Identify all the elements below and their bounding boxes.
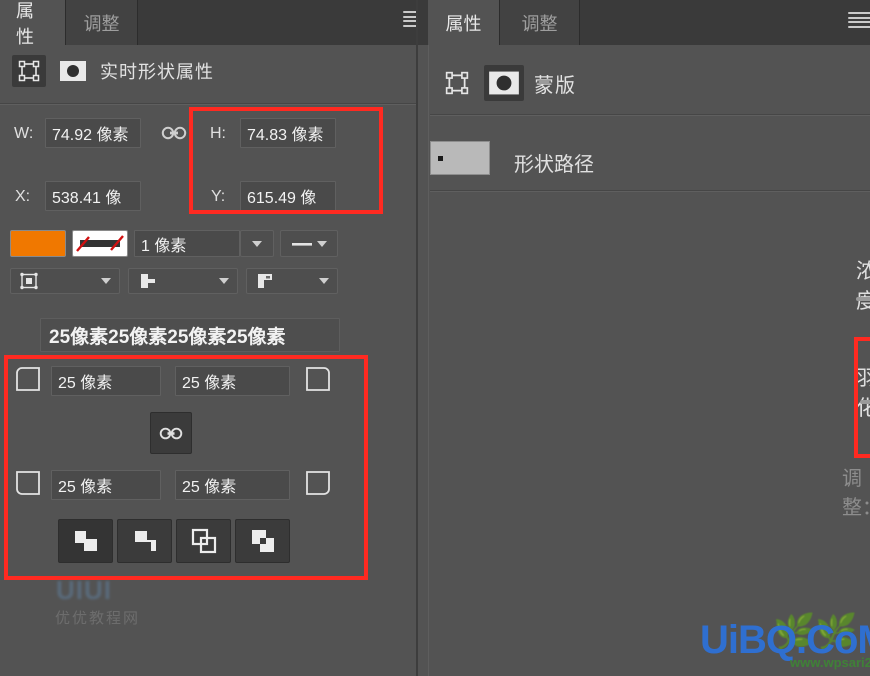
- stroke-align-icon: [20, 272, 38, 290]
- left-panel-tabbar: 属性 调整: [0, 0, 423, 47]
- corner-radius-top-left-input[interactable]: 25 像素: [51, 366, 161, 396]
- tab-properties-right[interactable]: 属性: [428, 0, 500, 45]
- live-shape-icon[interactable]: [440, 67, 474, 99]
- mask-thumbnail[interactable]: [430, 141, 490, 175]
- left-properties-panel: 属性 调整 实时形状属性 W: 74.92 像素 H: 74.83 像素 X: …: [0, 0, 423, 676]
- stroke-align-dropdown[interactable]: [10, 268, 120, 294]
- feather-slider-track[interactable]: [860, 400, 870, 404]
- tab-label: 调整: [83, 13, 120, 34]
- corner-radius-bottom-left-input[interactable]: 25 像素: [51, 470, 161, 500]
- width-label: W:: [14, 125, 34, 142]
- feather-label: 羽化：: [856, 367, 870, 420]
- corner-radius-bottom-right-icon: [304, 469, 332, 497]
- tab-label: 属性: [445, 13, 482, 34]
- stroke-dash-line-icon: [292, 242, 312, 246]
- corner-radius-bottom-left-icon: [14, 469, 42, 497]
- stroke-width-input[interactable]: 1 像素: [134, 230, 240, 257]
- corner-radius-top-left-icon: [14, 365, 42, 393]
- tab-properties-left[interactable]: 属性: [0, 0, 66, 47]
- mask-icon[interactable]: [484, 65, 524, 101]
- height-input[interactable]: 74.83 像素: [240, 118, 336, 148]
- header-divider-left-2: [0, 104, 418, 105]
- chevron-down-icon: [101, 278, 111, 284]
- chevron-down-icon: [252, 240, 262, 247]
- stroke-cap-dropdown[interactable]: [128, 268, 238, 294]
- stroke-cap-icon: [141, 274, 155, 288]
- corner-radius-top-right-icon: [304, 365, 332, 393]
- y-position-input[interactable]: 615.49 像: [240, 181, 336, 211]
- header-divider-right-2: [430, 115, 870, 116]
- screenshot-root: 属性 调整 实时形状属性 W: 74.92 像素 H: 74.83 像素 X: …: [0, 0, 870, 676]
- page-title-left: 实时形状属性: [100, 62, 214, 82]
- link-chain-icon[interactable]: [160, 126, 188, 140]
- panel-seam: [416, 0, 418, 676]
- x-position-label: X:: [15, 188, 31, 205]
- exclude-overlapping-shapes-button[interactable]: [235, 519, 290, 563]
- chevron-down-icon: [219, 278, 229, 284]
- stroke-corner-dropdown[interactable]: [246, 268, 338, 294]
- y-position-label: Y:: [211, 188, 226, 205]
- mask-row-divider-2: [430, 191, 870, 192]
- mask-icon[interactable]: [56, 55, 90, 87]
- tab-adjustments-right[interactable]: 调整: [500, 0, 580, 45]
- corner-radius-top-right-input[interactable]: 25 像素: [175, 366, 290, 396]
- mask-row-label: 形状路径: [514, 154, 594, 176]
- corner-radius-bottom-right-input[interactable]: 25 像素: [175, 470, 290, 500]
- tab-adjustments-left[interactable]: 调整: [66, 0, 138, 45]
- density-slider-track[interactable]: [856, 297, 870, 301]
- right-panel-tabbar: 属性 调整: [418, 0, 870, 45]
- stroke-color-swatch[interactable]: [72, 230, 128, 257]
- overlay-watermark-text: www.wpsari2.com: [790, 655, 870, 670]
- stroke-style-dropdown[interactable]: [280, 230, 338, 257]
- hamburger-menu-icon[interactable]: [848, 12, 870, 28]
- left-watermark-logo: UIUI: [56, 575, 112, 605]
- density-label: 浓度：: [856, 260, 870, 313]
- width-input[interactable]: 74.92 像素: [45, 118, 141, 148]
- left-panel-header: 实时形状属性: [12, 55, 214, 87]
- corner-radius-tooltip-strip: 25像素25像素25像素25像素: [40, 318, 340, 352]
- right-mask-panel: 属性 调整 蒙版 形状路径 浓度 羽化 调整 🌿🌿 UiBQ.Co www.wp…: [418, 0, 870, 676]
- chevron-down-icon: [317, 240, 327, 247]
- intersect-shape-areas-button[interactable]: [176, 519, 231, 563]
- adjust-label: 调整：: [842, 468, 870, 519]
- panel-seam-inner: [428, 45, 429, 676]
- tab-label: 属性: [16, 0, 34, 47]
- chevron-down-icon: [319, 278, 329, 284]
- live-shape-icon[interactable]: [12, 55, 46, 87]
- height-label: H:: [210, 125, 226, 142]
- x-position-input[interactable]: 538.41 像: [45, 181, 141, 211]
- stroke-corner-icon: [258, 274, 272, 288]
- combine-shapes-button[interactable]: [58, 519, 113, 563]
- right-panel-header: 蒙版: [440, 65, 576, 101]
- link-corners-icon[interactable]: [150, 412, 192, 454]
- fill-color-swatch[interactable]: [10, 230, 66, 257]
- tab-label: 调整: [521, 13, 558, 34]
- left-watermark-text: 优优教程网: [55, 610, 141, 627]
- page-title-right: 蒙版: [534, 74, 576, 97]
- subtract-front-shape-button[interactable]: [117, 519, 172, 563]
- stroke-width-dropdown[interactable]: [240, 230, 274, 257]
